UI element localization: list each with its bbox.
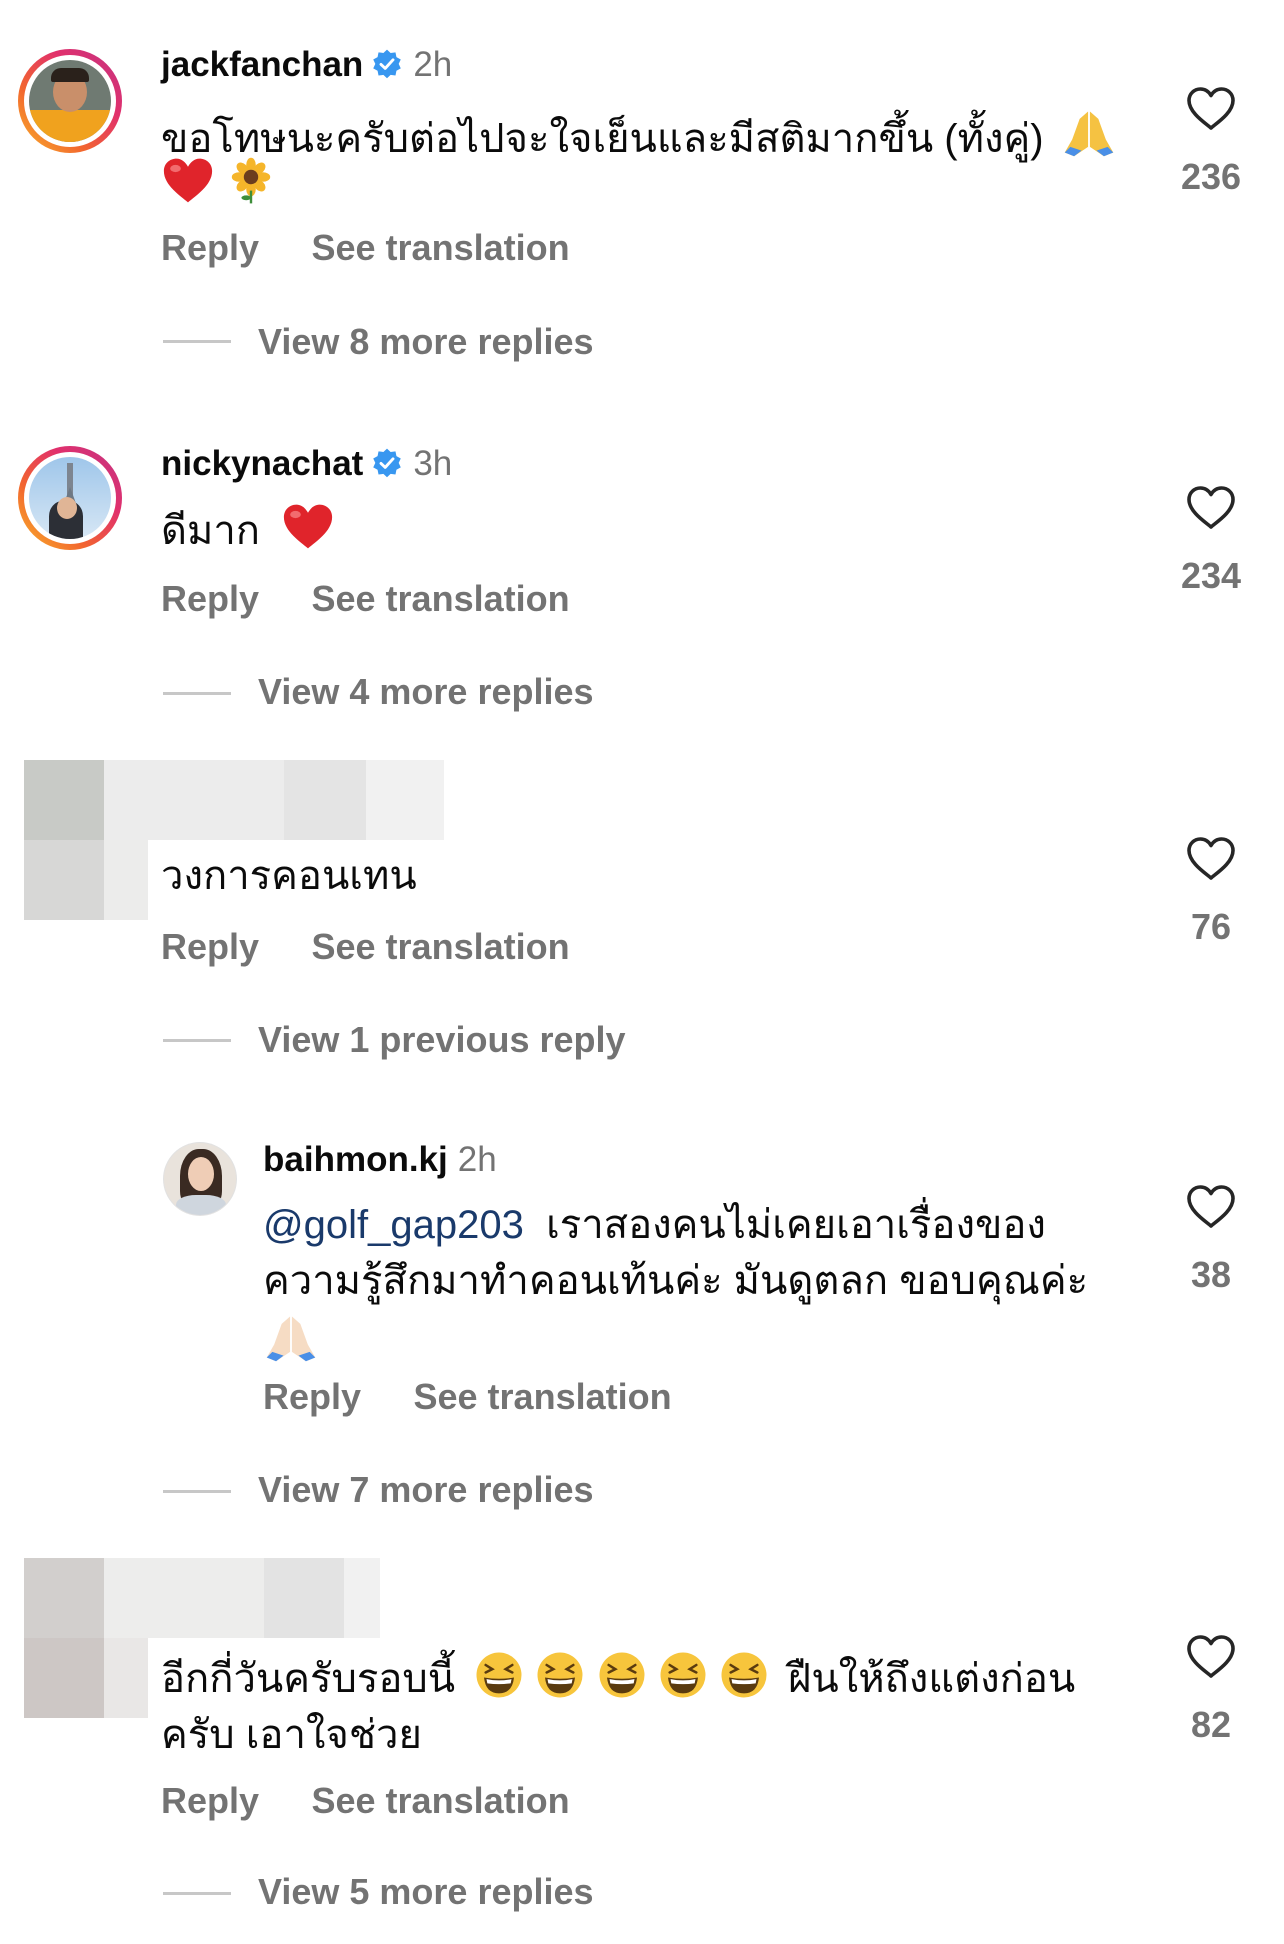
comment-body: ดีมาก — [161, 509, 261, 553]
heart-icon[interactable] — [1186, 485, 1236, 531]
reply-button[interactable]: Reply — [263, 1376, 361, 1417]
view-previous-reply[interactable]: View 1 previous reply — [258, 1018, 626, 1062]
reply-body-line-1: เราสองคนไม่เคยเอาเรื่องของ — [546, 1203, 1046, 1247]
comment-text: อีกกี่วันครับรอบนี้ ฝืนให้ถึงแต่งก่อน คร… — [161, 1650, 1121, 1763]
mention-link[interactable]: @golf_gap203 — [263, 1203, 524, 1247]
view-more-replies[interactable]: View 5 more replies — [258, 1870, 594, 1914]
heart-icon[interactable] — [1186, 1634, 1236, 1680]
reply-button[interactable]: Reply — [161, 926, 259, 967]
comment-header: baihmon.kj 2h — [263, 1137, 497, 1190]
like-count: 236 — [1180, 156, 1242, 197]
see-translation-button[interactable]: See translation — [312, 578, 570, 619]
comment-body: ขอโทษนะครับต่อไปจะใจเย็นและมีสติมากขึ้น … — [161, 117, 1044, 161]
reply-button[interactable]: Reply — [161, 1780, 259, 1821]
emoji-row — [161, 156, 275, 212]
username[interactable]: baihmon.kj — [263, 1140, 448, 1179]
avatar[interactable] — [18, 49, 122, 153]
verified-badge-icon — [371, 48, 403, 80]
comment-body: วงการคอนเทน — [161, 854, 417, 898]
comment-text: ดีมาก — [161, 502, 335, 559]
like-count: 234 — [1180, 555, 1242, 596]
like-count: 38 — [1190, 1254, 1232, 1295]
heart-icon[interactable] — [1186, 86, 1236, 132]
comment-body-line-1b: ฝืนให้ถึงแต่งก่อน — [787, 1657, 1076, 1701]
timestamp: 2h — [457, 1140, 497, 1179]
comment-actions: Reply See translation — [161, 577, 570, 629]
redacted-username — [104, 1558, 380, 1638]
grinning-squinting-emoji — [658, 1650, 708, 1700]
comment-text: ขอโทษนะครับต่อไปจะใจเย็นและมีสติมากขึ้น … — [161, 104, 1121, 167]
comment-body-line-2: ครับ เอาใจช่วย — [161, 1713, 422, 1757]
username[interactable]: nickynachat — [161, 444, 363, 483]
view-more-replies[interactable]: View 8 more replies — [258, 320, 594, 364]
comment-actions: Reply See translation — [263, 1375, 672, 1427]
reply-body-line-2: ความรู้สึกมาทำคอนเท้นค่ะ มันดูตลก ขอบคุณ… — [263, 1259, 1089, 1303]
grinning-squinting-emoji — [474, 1650, 524, 1700]
folded-hands-emoji — [1061, 104, 1117, 160]
see-translation-button[interactable]: See translation — [312, 926, 570, 967]
folded-hands-emoji — [263, 1309, 319, 1365]
reply-text: @golf_gap203 เราสองคนไม่เคยเอาเรื่องของ … — [263, 1197, 1143, 1372]
comment-actions: Reply See translation — [161, 226, 570, 278]
view-more-replies[interactable]: View 4 more replies — [258, 670, 594, 714]
red-heart-emoji — [281, 502, 335, 552]
comment-header: nickynachat 3h — [161, 441, 452, 494]
comment-body-line-1a: อีกกี่วันครับรอบนี้ — [161, 1657, 456, 1701]
timestamp: 3h — [413, 444, 453, 483]
view-more-replies[interactable]: View 7 more replies — [258, 1468, 594, 1512]
sunflower-emoji — [227, 156, 275, 206]
divider-line — [163, 1039, 231, 1042]
redacted-username — [104, 760, 444, 840]
heart-icon[interactable] — [1186, 1184, 1236, 1230]
heart-icon[interactable] — [1186, 836, 1236, 882]
comment-actions: Reply See translation — [161, 925, 570, 977]
like-count: 76 — [1190, 906, 1232, 947]
reply-button[interactable]: Reply — [161, 227, 259, 268]
reply-avatar[interactable] — [164, 1143, 236, 1215]
see-translation-button[interactable]: See translation — [414, 1376, 672, 1417]
comment-actions: Reply See translation — [161, 1779, 570, 1831]
divider-line — [163, 340, 231, 343]
see-translation-button[interactable]: See translation — [312, 227, 570, 268]
username[interactable]: jackfanchan — [161, 45, 363, 84]
timestamp: 2h — [413, 45, 453, 84]
divider-line — [163, 1892, 231, 1895]
see-translation-button[interactable]: See translation — [312, 1780, 570, 1821]
comment-header: jackfanchan 2h — [161, 42, 452, 95]
verified-badge-icon — [371, 447, 403, 479]
grinning-squinting-emoji — [719, 1650, 769, 1700]
reply-button[interactable]: Reply — [161, 578, 259, 619]
divider-line — [163, 1490, 231, 1493]
grinning-squinting-emoji — [535, 1650, 585, 1700]
grinning-squinting-emoji — [597, 1650, 647, 1700]
like-count: 82 — [1190, 1704, 1232, 1745]
divider-line — [163, 692, 231, 695]
comment-text: วงการคอนเทน — [161, 848, 417, 904]
avatar[interactable] — [18, 446, 122, 550]
red-heart-emoji — [161, 156, 215, 206]
